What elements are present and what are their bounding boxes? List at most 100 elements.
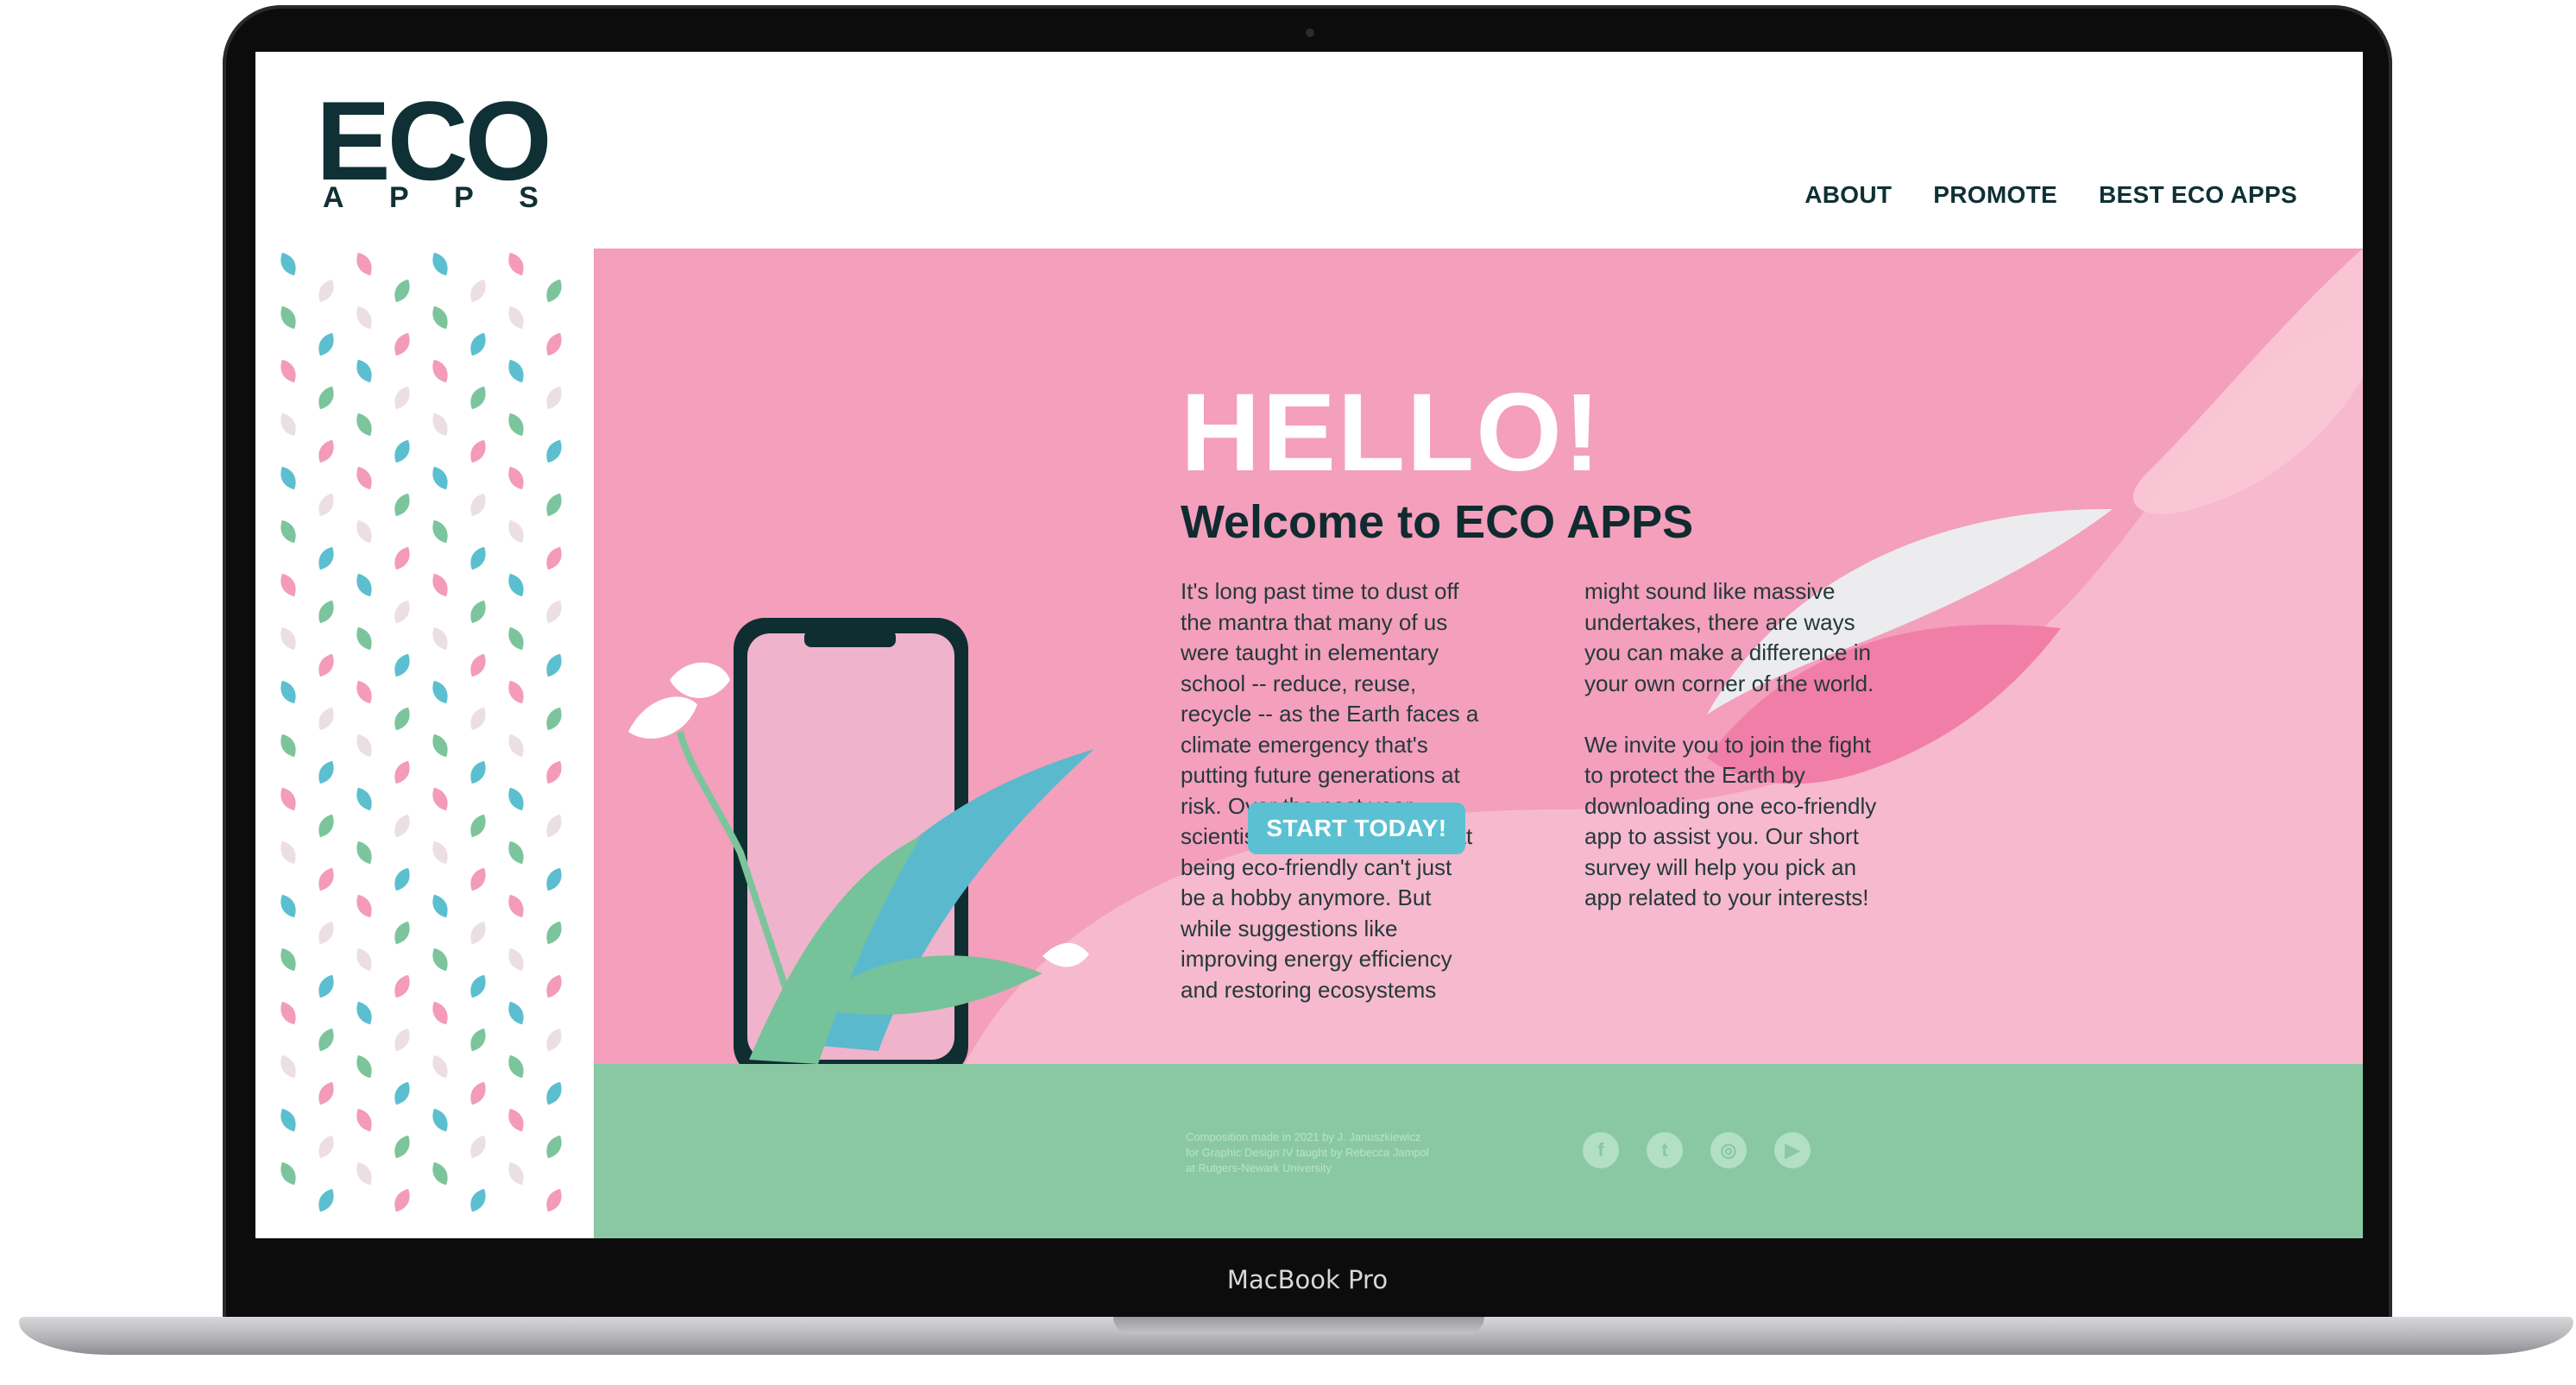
leaf-shape (546, 1135, 562, 1159)
leaf-shape (394, 546, 410, 570)
leaf-shape (508, 1054, 524, 1079)
leaf-shape (508, 1162, 524, 1186)
leaf-shape (356, 947, 372, 972)
camera (1306, 28, 1314, 37)
leaf-shape (280, 894, 296, 918)
leaf-shape (508, 947, 524, 972)
leaf-shape (470, 546, 486, 570)
leaf-shape (318, 707, 334, 731)
leaf-shape (394, 653, 410, 677)
leaf-shape (470, 600, 486, 624)
facebook-icon[interactable]: f (1583, 1132, 1619, 1168)
leaf-shape (470, 921, 486, 945)
twitter-icon[interactable]: t (1647, 1132, 1683, 1168)
leaf-shape (280, 787, 296, 811)
leaf-shape (470, 760, 486, 784)
leaf-shape (432, 626, 448, 651)
leaf-shape (546, 439, 562, 463)
leaf-shape (280, 626, 296, 651)
leaf-shape (432, 840, 448, 865)
leaf-shape (546, 1028, 562, 1052)
leaf-shape (356, 252, 372, 276)
leaf-shape (470, 867, 486, 891)
leaf-shape (546, 760, 562, 784)
leaf-shape (356, 1054, 372, 1079)
start-today-button[interactable]: START TODAY! (1248, 803, 1465, 854)
leaf-shape (470, 439, 486, 463)
leaf-shape (394, 921, 410, 945)
leaf-shape (470, 1188, 486, 1212)
leaf-shape (280, 466, 296, 490)
leaf-pattern (255, 240, 594, 1238)
leaf-shape (546, 921, 562, 945)
screen: ECO A P P S ABOUT PROMOTE BEST ECO APPS (255, 52, 2363, 1238)
leaf-shape (394, 386, 410, 410)
leaf-shape (394, 974, 410, 998)
nav-promote[interactable]: PROMOTE (1933, 181, 2057, 209)
leaf-shape (470, 1028, 486, 1052)
leaf-shape (432, 573, 448, 597)
leaf-shape (394, 1028, 410, 1052)
leaf-shape (394, 493, 410, 517)
leaf-shape (318, 653, 334, 677)
leaf-shape (508, 412, 524, 437)
leaf-shape (394, 1135, 410, 1159)
leaf-shape (280, 519, 296, 544)
leaf-shape (280, 1001, 296, 1025)
leaf-shape (470, 1135, 486, 1159)
laptop-base-notch (1113, 1317, 1484, 1334)
leaf-shape (356, 1162, 372, 1186)
leaf-shape (356, 626, 372, 651)
leaf-shape (356, 412, 372, 437)
leaf-shape (356, 1001, 372, 1025)
leaf-shape (356, 573, 372, 597)
leaf-shape (356, 894, 372, 918)
instagram-icon[interactable]: ◎ (1710, 1132, 1747, 1168)
leaf-shape (432, 252, 448, 276)
leaf-shape (356, 519, 372, 544)
leaf-shape (546, 814, 562, 838)
leaf-shape (394, 707, 410, 731)
leaf-shape (470, 332, 486, 356)
leaf-shape (318, 1188, 334, 1212)
leaf-shape (546, 867, 562, 891)
youtube-icon[interactable]: ▶ (1774, 1132, 1811, 1168)
nav-best-eco-apps[interactable]: BEST ECO APPS (2099, 181, 2297, 209)
leaf-shape (508, 305, 524, 330)
leaf-shape (356, 359, 372, 383)
leaf-shape (280, 733, 296, 758)
main-nav: ABOUT PROMOTE BEST ECO APPS (1804, 181, 2297, 209)
nav-about[interactable]: ABOUT (1804, 181, 1892, 209)
leaf-shape (546, 386, 562, 410)
leaf-shape (356, 840, 372, 865)
leaf-shape (318, 493, 334, 517)
leaf-shape (508, 573, 524, 597)
leaf-shape (546, 707, 562, 731)
logo-eco[interactable]: ECO (316, 85, 552, 197)
leaf-shape (546, 974, 562, 998)
leaf-shape (280, 359, 296, 383)
footer-credit: Composition made in 2021 by J. Januszkie… (1186, 1130, 1429, 1174)
leaf-shape (432, 519, 448, 544)
hero-section: HELLO! Welcome to ECO APPS It's long pas… (594, 249, 2363, 1064)
leaf-shape (432, 680, 448, 704)
leaf-shape (432, 1108, 448, 1132)
leaf-shape (280, 947, 296, 972)
leaf-shape (508, 840, 524, 865)
leaf-shape (318, 600, 334, 624)
leaf-shape (432, 1001, 448, 1025)
leaf-shape (508, 733, 524, 758)
leaf-shape (318, 439, 334, 463)
leaf-shape (318, 1028, 334, 1052)
leaf-shape (318, 1081, 334, 1105)
hero-subtitle: Welcome to ECO APPS (1181, 496, 1694, 548)
leaf-shape (508, 359, 524, 383)
leaf-shape (356, 680, 372, 704)
leaf-shape (508, 787, 524, 811)
leaf-shape (280, 1108, 296, 1132)
leaf-shape (432, 305, 448, 330)
intro-paragraph-col2: might sound like massive undertakes, the… (1584, 578, 1877, 910)
leaf-shape (470, 814, 486, 838)
leaf-shape (508, 894, 524, 918)
leaf-shape (318, 546, 334, 570)
